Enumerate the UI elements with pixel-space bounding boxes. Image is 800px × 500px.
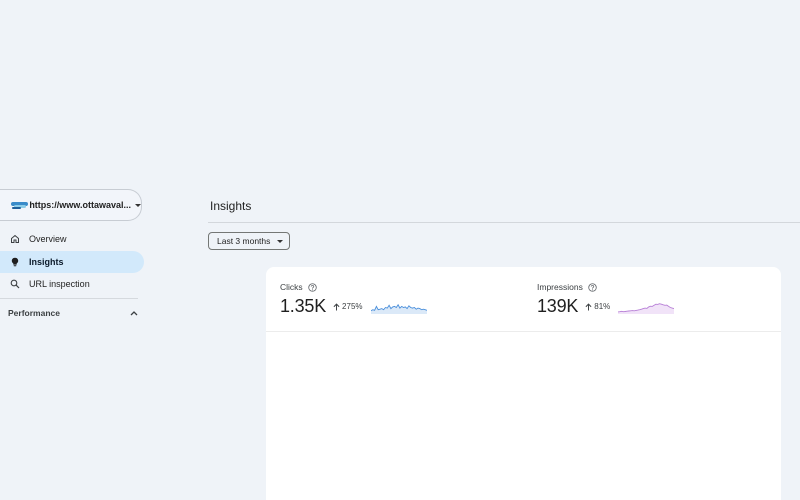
- site-logo: [11, 201, 28, 209]
- card-divider: [266, 331, 781, 332]
- header-divider: [208, 222, 800, 223]
- sidebar-item-insights[interactable]: Insights: [0, 250, 144, 273]
- sidebar-item-label: URL inspection: [29, 279, 90, 290]
- sidebar-divider: [0, 298, 138, 299]
- lightbulb-icon: [10, 257, 20, 267]
- metric-change-value: 275%: [342, 302, 363, 311]
- clicks-sparkline: [370, 303, 427, 314]
- property-url: https://www.ottawaval...: [29, 200, 131, 210]
- home-icon: [10, 234, 20, 244]
- sidebar-section-performance[interactable]: Performance: [8, 308, 138, 318]
- date-range-selector[interactable]: Last 3 months: [208, 232, 290, 250]
- insights-card: Clicks 1.35K 275% Impressions 139K 81%: [266, 267, 781, 500]
- sidebar-item-label: Insights: [29, 256, 64, 267]
- metric-clicks: Clicks 1.35K 275%: [280, 282, 427, 317]
- metric-label: Impressions: [537, 282, 583, 292]
- metric-impressions: Impressions 139K 81%: [537, 282, 675, 317]
- help-icon[interactable]: [588, 282, 597, 292]
- sidebar-item-label: Overview: [29, 234, 67, 244]
- sidebar-item-overview[interactable]: Overview: [0, 228, 144, 250]
- section-label: Performance: [8, 308, 60, 318]
- metric-value: 1.35K: [280, 296, 327, 316]
- help-icon[interactable]: [307, 282, 317, 292]
- arrow-up-icon: [333, 302, 340, 310]
- metric-value: 139K: [537, 296, 579, 316]
- chevron-up-icon[interactable]: [130, 308, 138, 318]
- caret-down-icon: [135, 203, 141, 207]
- metric-change: 81%: [585, 302, 610, 311]
- property-selector[interactable]: https://www.ottawaval...: [0, 189, 142, 221]
- metric-label: Clicks: [280, 282, 303, 292]
- metric-change-value: 81%: [594, 302, 611, 311]
- page-title: Insights: [210, 199, 252, 213]
- date-range-label: Last 3 months: [217, 236, 271, 246]
- sidebar-item-url-inspection[interactable]: URL inspection: [0, 273, 144, 295]
- sidebar-nav: Overview Insights URL inspection: [0, 228, 144, 296]
- metric-change: 275%: [333, 302, 363, 311]
- arrow-up-icon: [585, 302, 592, 310]
- search-icon: [10, 279, 20, 289]
- impressions-sparkline: [618, 302, 675, 314]
- caret-down-icon: [277, 239, 284, 243]
